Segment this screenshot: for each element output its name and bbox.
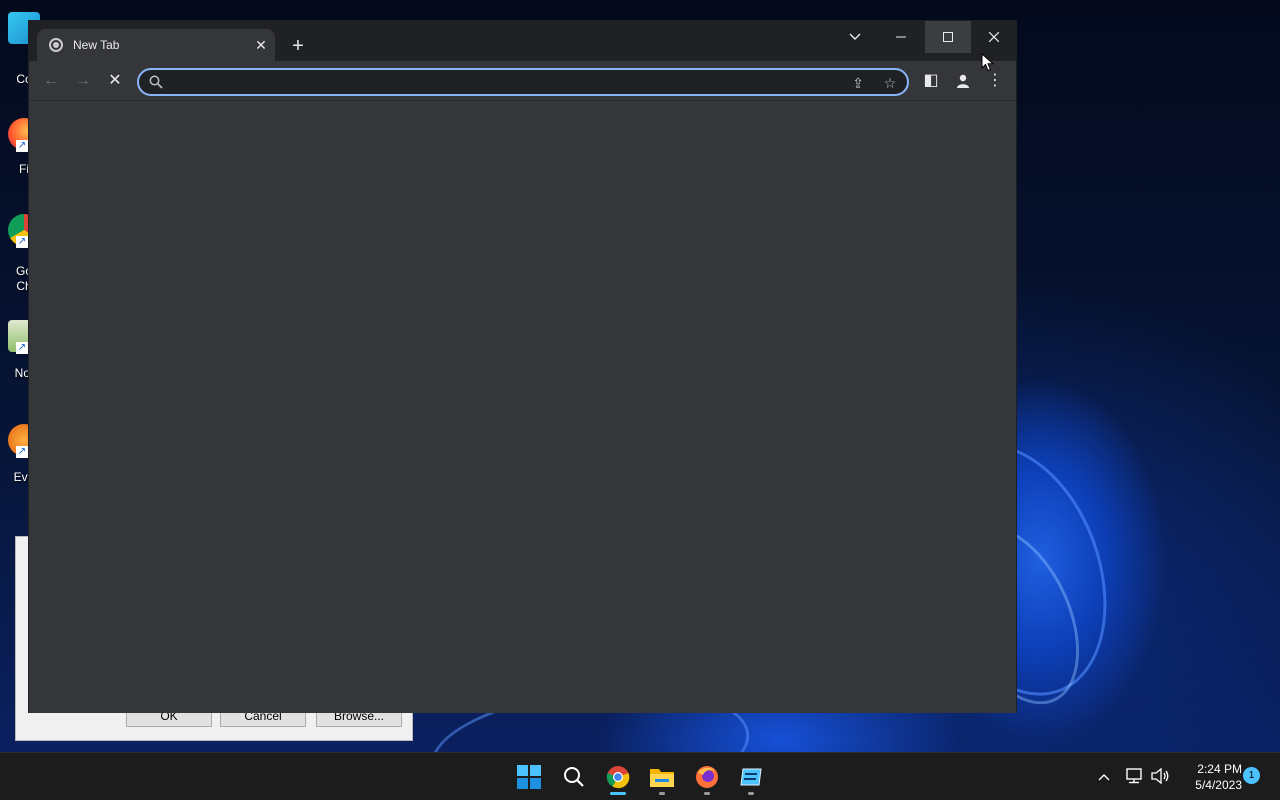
chevron-up-icon <box>1098 774 1110 781</box>
taskbar: 2:24 PM 5/4/2023 <box>0 752 1280 800</box>
profile-icon <box>957 74 969 88</box>
back-button[interactable]: ← <box>37 67 65 95</box>
close-icon <box>988 31 1000 43</box>
maximize-button[interactable] <box>925 21 971 53</box>
loading-icon <box>49 38 63 52</box>
share-icon[interactable]: ⇪ <box>847 72 869 94</box>
start-button[interactable] <box>509 761 549 795</box>
mouse-cursor-icon <box>981 53 995 72</box>
taskbar-firefox-button[interactable] <box>687 761 727 795</box>
browser-toolbar: ← → ✕ ⇪ ☆ ◧ ⋮ <box>29 61 1016 101</box>
minimize-button[interactable] <box>878 21 924 53</box>
address-input[interactable] <box>171 72 831 92</box>
tab-search-button[interactable] <box>832 21 878 53</box>
profile-button[interactable] <box>949 67 977 95</box>
taskbar-file-explorer-button[interactable] <box>642 761 682 795</box>
network-button[interactable] <box>1124 767 1146 787</box>
chevron-down-icon <box>849 33 861 40</box>
windows-start-icon <box>517 765 541 789</box>
tab-new-tab[interactable]: New Tab ✕ <box>37 29 275 61</box>
running-indicator <box>659 792 665 795</box>
taskbar-app-button[interactable] <box>731 761 771 795</box>
tab-title: New Tab <box>73 38 120 52</box>
minimize-icon <box>896 36 906 38</box>
show-hidden-icons-button[interactable] <box>1094 767 1114 787</box>
clock-time: 2:24 PM <box>1197 762 1242 776</box>
side-panel-button[interactable]: ◧ <box>917 67 945 95</box>
chrome-icon <box>606 766 630 789</box>
active-indicator <box>610 792 626 795</box>
clock-date: 5/4/2023 <box>1195 778 1242 792</box>
running-indicator <box>748 792 754 795</box>
tab-close-button[interactable]: ✕ <box>251 35 271 55</box>
shortcut-arrow-icon: ↗ <box>16 140 28 152</box>
file-explorer-icon <box>650 769 674 787</box>
search-icon <box>149 75 163 89</box>
bookmark-star-icon[interactable]: ☆ <box>879 72 901 94</box>
title-bar[interactable]: New Tab ✕ + <box>29 21 1016 61</box>
firefox-icon <box>696 766 718 788</box>
shortcut-arrow-icon: ↗ <box>16 342 28 354</box>
volume-button[interactable] <box>1150 767 1172 787</box>
address-bar[interactable]: ⇪ ☆ <box>137 68 909 96</box>
close-button[interactable] <box>971 21 1017 53</box>
shortcut-arrow-icon: ↗ <box>16 446 28 458</box>
volume-icon <box>1151 767 1169 785</box>
search-icon <box>564 767 584 787</box>
running-indicator <box>704 792 710 795</box>
new-tab-button[interactable]: + <box>287 35 309 57</box>
app-icon <box>740 768 762 786</box>
forward-button[interactable]: → <box>69 67 97 95</box>
taskbar-chrome-button[interactable] <box>598 761 638 795</box>
maximize-icon <box>943 32 953 42</box>
taskbar-search-button[interactable] <box>554 761 594 795</box>
stop-loading-button[interactable]: ✕ <box>101 67 129 95</box>
network-icon <box>1126 768 1142 784</box>
page-content <box>29 101 1016 713</box>
shortcut-arrow-icon: ↗ <box>16 236 28 248</box>
browser-window: New Tab ✕ + ← → ✕ ⇪ ☆ ◧ ⋮ <box>28 20 1017 713</box>
notification-badge[interactable]: 1 <box>1243 767 1260 784</box>
clock[interactable]: 2:24 PM 5/4/2023 <box>1176 761 1242 793</box>
